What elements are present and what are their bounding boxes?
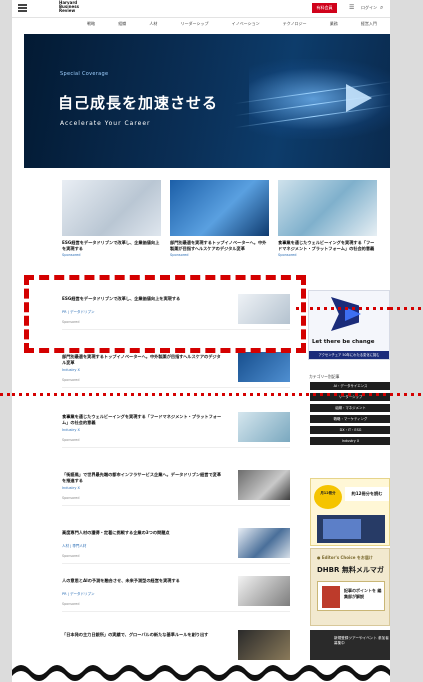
ad-box-text: 記事のポイントを 編集部が解説 [344,588,382,599]
divider [62,563,290,564]
category-button[interactable]: Industry X [310,437,390,445]
logo-line: Review [59,8,76,14]
category-button[interactable]: DX・IT・ESG [310,426,390,434]
item-thumbnail [238,352,290,382]
nav-item[interactable]: 業務 [330,19,338,29]
card-image [62,180,161,236]
ad-box: 記事のポイントを 編集部が解説 [317,581,385,611]
category-heading: カテゴリー別記事 [309,374,340,379]
divider [62,387,290,388]
item-thumbnail [238,528,290,558]
annotation-box [24,275,306,353]
ad-badge: 月12冊分 [314,485,342,509]
ad-kicker: ● Editor's Choice をお届け [317,555,373,560]
subscription-ad[interactable]: 月12冊分 約12冊分を読む [310,478,390,546]
login-link[interactable]: ログイン [361,5,377,11]
card-meta: Sponsored [278,253,297,258]
item-thumbnail [238,576,290,606]
card-meta: Sponsored [62,253,81,258]
nav-item[interactable]: リーダーシップ [181,19,209,29]
top-bar: Harvard Business Review 有料会員 ☰ ログイン ⌕ [12,0,390,18]
annotation-line [12,393,390,396]
annotation-line [390,307,423,310]
card-image [278,180,377,236]
divider [62,611,290,612]
ad-text: 新規登録ツアーやイベント 参加者募集中 [334,636,389,645]
item-meta: Sponsored [62,554,80,558]
item-thumbnail [238,470,290,500]
item-meta: Sponsored [62,378,80,382]
list-item[interactable]: 高度専門人材の獲得・定着に挑戦する企業の3つの問題点 人材 | 専門人材 Spo… [62,524,290,564]
featured-card[interactable]: 食事業を通じたウェルビーイングを実現する「フードマネジメント・プラットフォーム」… [278,180,377,257]
divider [62,447,290,448]
nav-item[interactable]: テクノロジー [283,19,307,29]
page: Harvard Business Review 有料会員 ☰ ログイン ⌕ 戦略… [12,0,390,682]
annotation-line [0,393,12,396]
nav-item[interactable]: 経営入門 [361,19,377,29]
nav-item[interactable]: 人材 [149,19,157,29]
nav-item[interactable]: 組織 [118,19,126,29]
site-logo[interactable]: Harvard Business Review [59,0,93,14]
item-tag: PR | データドリブン [62,592,95,596]
category-button[interactable]: 組織・マネジメント [310,404,390,412]
annotation-line [390,393,423,396]
item-meta: Sponsored [62,602,80,606]
item-title: 人の意思とAIの予測を融合させ、未来予測型の経営を実現する [62,578,180,583]
list-item[interactable]: 人の意思とAIの予測を融合させ、未来予測型の経営を実現する PR | データドリ… [62,572,290,612]
divider [62,505,290,506]
item-meta: Sponsored [62,438,80,442]
item-thumbnail [238,412,290,442]
card-title: 食事業を通じたウェルビーイングを実現する「フードマネジメント・プラットフォーム」… [278,240,375,251]
list-item[interactable]: 部門別最適を実現するトップイノベーターへ。中外製薬が目指すヘルスケアのデジタル変… [62,348,290,388]
search-icon[interactable]: ⌕ [380,4,383,12]
item-title: 「街語風」で世界最先端の都市インフラサービス企業へ。データドリブン経営で変革を推… [62,472,222,483]
sidebar-ad[interactable]: Let there be change アクセンチュア 50年にわたる変化に挑む [308,290,390,360]
event-ad[interactable]: 新規登録ツアーやイベント 参加者募集中 [310,630,390,660]
ad-headline: DHBR 無料メルマガ [317,566,384,574]
ad-caption: Let there be change [312,339,375,345]
category-button[interactable]: AI・データサイエンス [310,382,390,390]
item-thumbnail [238,630,290,660]
main-nav: 戦略 組織 人材 リーダーシップ イノベーション テクノロジー 業務 経営入門 [87,19,377,29]
hero-subtitle: Accelerate Your Career [60,120,151,127]
ad-subcaption: アクセンチュア 50年にわたる変化に挑む [309,351,389,359]
card-image [170,180,269,236]
featured-cards: ESG経営をデータドリブンで改革し、企業価値向上を実現する Sponsored … [62,180,377,262]
category-button[interactable]: 戦略・マーケティング [310,415,390,423]
item-meta: Sponsored [62,496,80,500]
featured-card[interactable]: ESG経営をデータドリブンで改革し、企業価値向上を実現する Sponsored [62,180,161,257]
hero-arrow-icon [346,84,372,112]
nav-item[interactable]: イノベーション [232,19,260,29]
subscribe-button[interactable]: 有料会員 [312,3,337,13]
nav-item[interactable]: 戦略 [87,19,95,29]
item-tag: 人材 | 専門人材 [62,544,87,548]
featured-card[interactable]: 部門別最適を実現するトップイノベーターへ。中外製薬が目指すヘルスケアのデジタル変… [170,180,269,257]
item-tag: Industry X [62,428,80,432]
magazine-image [322,586,340,608]
hero-title: 自己成長を加速させる [58,94,219,112]
card-title: 部門別最適を実現するトップイノベーターへ。中外製薬が目指すヘルスケアのデジタル変… [170,240,267,251]
annotation-line [296,307,390,310]
hero-kicker: Special Coverage [60,71,109,77]
list-item[interactable]: 「街語風」で世界最先端の都市インフラサービス企業へ。データドリブン経営で変革を推… [62,466,290,506]
card-title: ESG経営をデータドリブンで改革し、企業価値向上を実現する [62,240,160,251]
newsletter-ad[interactable]: ● Editor's Choice をお届け DHBR 無料メルマガ 記事のポイ… [310,548,390,626]
item-tag: Industry X [62,486,80,490]
ad-headline: 約12冊分を読む [345,487,389,501]
item-title: 食事業を通じたウェルビーイングを実現する「フードマネジメント・プラットフォーム」… [62,414,222,425]
item-title: 「日本発の主力日銀所」の実績で、グローバルの新たな基準ルールを創り出す [62,632,209,637]
item-title: 高度専門人材の獲得・定着に挑戦する企業の3つの問題点 [62,530,170,535]
menu-icon[interactable] [18,4,27,12]
card-meta: Sponsored [170,253,189,258]
item-title: 部門別最適を実現するトップイノベーターへ。中外製薬が目指すヘルスケアのデジタル変… [62,354,221,365]
torn-edge [12,665,390,682]
hero-banner[interactable]: Special Coverage 自己成長を加速させる Accelerate Y… [24,34,390,168]
device-image [323,519,361,539]
login-icon[interactable]: ☰ [349,4,354,11]
item-tag: Industry X [62,368,80,372]
list-item[interactable]: 食事業を通じたウェルビーイングを実現する「フードマネジメント・プラットフォーム」… [62,408,290,448]
